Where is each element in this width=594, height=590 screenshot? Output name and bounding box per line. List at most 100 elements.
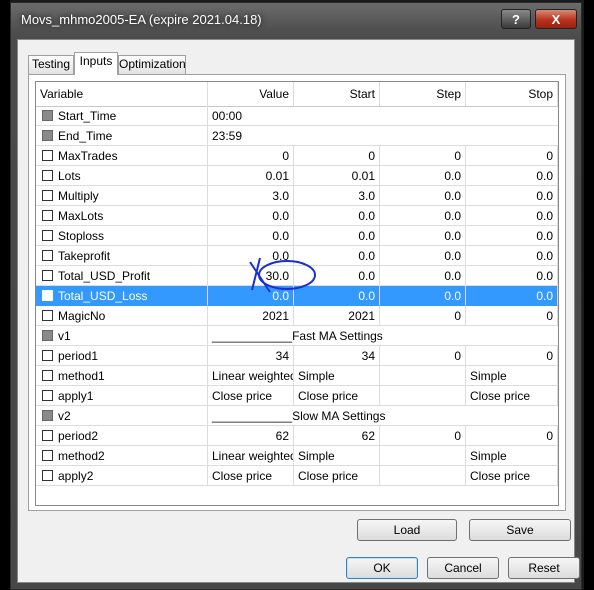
table-row[interactable]: Stoploss 0.0 0.0 0.0 0.0 (36, 226, 558, 246)
tab-testing[interactable]: Testing (28, 55, 74, 74)
value-cell[interactable]: Close price (208, 466, 294, 486)
start-cell[interactable]: Close price (294, 386, 380, 406)
table-row[interactable]: v2 ____________Slow MA Settings (36, 406, 558, 426)
step-cell[interactable] (380, 446, 466, 466)
start-cell[interactable]: 0.0 (294, 206, 380, 226)
table-row[interactable]: method2 Linear weighted Simple Simple (36, 446, 558, 466)
value-cell[interactable]: 00:00 (208, 106, 558, 126)
step-cell[interactable]: 0 (380, 426, 466, 446)
reset-button[interactable]: Reset (508, 557, 580, 579)
value-cell[interactable]: 0.0 (208, 206, 294, 226)
help-button[interactable]: ? (501, 9, 531, 29)
start-cell[interactable]: 0 (294, 146, 380, 166)
value-cell[interactable]: 34 (208, 346, 294, 366)
optimize-checkbox[interactable] (42, 210, 53, 221)
step-cell[interactable]: 0 (380, 306, 466, 326)
optimize-checkbox[interactable] (42, 230, 53, 241)
variable-cell[interactable]: End_Time (36, 126, 208, 146)
optimize-checkbox[interactable] (42, 390, 53, 401)
column-header-value[interactable]: Value (208, 82, 294, 106)
inputs-table[interactable]: Variable Value Start Step Stop Start_Tim… (35, 81, 559, 506)
variable-cell[interactable]: MaxLots (36, 206, 208, 226)
optimize-checkbox[interactable] (42, 290, 53, 301)
optimize-checkbox[interactable] (42, 430, 53, 441)
start-cell[interactable]: 3.0 (294, 186, 380, 206)
start-cell[interactable]: Simple (294, 446, 380, 466)
stop-cell[interactable]: 0.0 (466, 246, 558, 266)
value-cell[interactable]: Close price (208, 386, 294, 406)
column-header-variable[interactable]: Variable (36, 82, 208, 106)
variable-cell[interactable]: method2 (36, 446, 208, 466)
tab-optimization[interactable]: Optimization (118, 55, 186, 74)
variable-cell[interactable]: Total_USD_Loss (36, 286, 208, 306)
variable-cell[interactable]: v1 (36, 326, 208, 346)
value-cell[interactable]: 2021 (208, 306, 294, 326)
step-cell[interactable] (380, 366, 466, 386)
variable-cell[interactable]: period1 (36, 346, 208, 366)
value-cell[interactable]: 3.0 (208, 186, 294, 206)
variable-cell[interactable]: Takeprofit (36, 246, 208, 266)
stop-cell[interactable]: 0 (466, 146, 558, 166)
variable-cell[interactable]: Total_USD_Profit (36, 266, 208, 286)
optimize-checkbox[interactable] (42, 150, 53, 161)
step-cell[interactable]: 0.0 (380, 246, 466, 266)
stop-cell[interactable]: 0.0 (466, 226, 558, 246)
start-cell[interactable]: 2021 (294, 306, 380, 326)
optimize-checkbox[interactable] (42, 170, 53, 181)
stop-cell[interactable]: Close price (466, 466, 558, 486)
start-cell[interactable]: Close price (294, 466, 380, 486)
table-row[interactable]: Multiply 3.0 3.0 0.0 0.0 (36, 186, 558, 206)
variable-cell[interactable]: MagicNo (36, 306, 208, 326)
variable-cell[interactable]: period2 (36, 426, 208, 446)
step-cell[interactable]: 0.0 (380, 186, 466, 206)
ok-button[interactable]: OK (346, 557, 418, 579)
variable-cell[interactable]: Multiply (36, 186, 208, 206)
table-row[interactable]: Lots 0.01 0.01 0.0 0.0 (36, 166, 558, 186)
variable-cell[interactable]: Start_Time (36, 106, 208, 126)
table-row[interactable]: method1 Linear weighted Simple Simple (36, 366, 558, 386)
stop-cell[interactable]: Simple (466, 446, 558, 466)
table-row[interactable]: apply1 Close price Close price Close price (36, 386, 558, 406)
start-cell[interactable]: 0.01 (294, 166, 380, 186)
value-cell[interactable]: Linear weighted (208, 446, 294, 466)
table-row[interactable]: Takeprofit 0.0 0.0 0.0 0.0 (36, 246, 558, 266)
close-button[interactable]: X (535, 9, 577, 29)
optimize-checkbox[interactable] (42, 450, 53, 461)
start-cell[interactable]: 0.0 (294, 226, 380, 246)
start-cell[interactable]: 0.0 (294, 286, 380, 306)
table-row[interactable]: Total_USD_Loss 0.0 0.0 0.0 0.0 (36, 286, 558, 306)
step-cell[interactable] (380, 466, 466, 486)
variable-cell[interactable]: Stoploss (36, 226, 208, 246)
column-header-step[interactable]: Step (380, 82, 466, 106)
cancel-button[interactable]: Cancel (427, 557, 499, 579)
title-bar[interactable]: Movs_mhmo2005-EA (expire 2021.04.18) ? X (11, 3, 581, 35)
stop-cell[interactable]: 0 (466, 346, 558, 366)
value-cell[interactable]: 0.0 (208, 226, 294, 246)
table-row[interactable]: End_Time 23:59 (36, 126, 558, 146)
optimize-checkbox[interactable] (42, 310, 53, 321)
table-row[interactable]: apply2 Close price Close price Close price (36, 466, 558, 486)
table-row[interactable]: MaxTrades 0 0 0 0 (36, 146, 558, 166)
value-cell[interactable]: 0.0 (208, 246, 294, 266)
stop-cell[interactable]: Simple (466, 366, 558, 386)
stop-cell[interactable]: 0 (466, 426, 558, 446)
stop-cell[interactable]: 0.0 (466, 166, 558, 186)
value-cell[interactable]: 62 (208, 426, 294, 446)
table-row[interactable]: period1 34 34 0 0 (36, 346, 558, 366)
value-cell[interactable]: 23:59 (208, 126, 558, 146)
optimize-checkbox[interactable] (42, 250, 53, 261)
variable-cell[interactable]: MaxTrades (36, 146, 208, 166)
start-cell[interactable]: 0.0 (294, 266, 380, 286)
start-cell[interactable]: 62 (294, 426, 380, 446)
variable-cell[interactable]: method1 (36, 366, 208, 386)
table-row[interactable]: period2 62 62 0 0 (36, 426, 558, 446)
table-row[interactable]: v1 ____________Fast MA Settings (36, 326, 558, 346)
step-cell[interactable]: 0.0 (380, 206, 466, 226)
start-cell[interactable]: 0.0 (294, 246, 380, 266)
start-cell[interactable]: Simple (294, 366, 380, 386)
start-cell[interactable]: 34 (294, 346, 380, 366)
save-button[interactable]: Save (469, 519, 571, 541)
variable-cell[interactable]: apply2 (36, 466, 208, 486)
stop-cell[interactable]: 0.0 (466, 266, 558, 286)
load-button[interactable]: Load (357, 519, 457, 541)
